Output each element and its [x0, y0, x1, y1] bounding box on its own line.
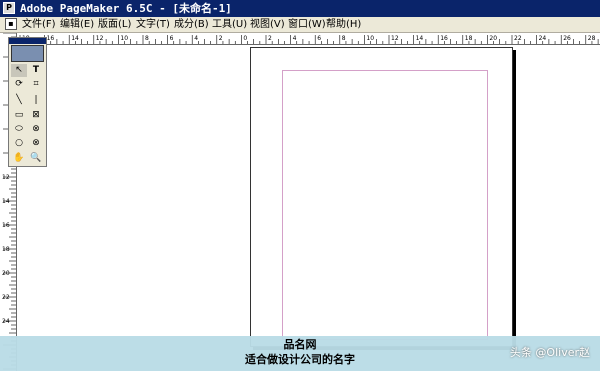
menu-utilities[interactable]: 工具(U)	[212, 18, 247, 31]
toolbox-palette[interactable]: ↖ T ⟳ ⌗ ╲ | ▭ ⊠ ⬭ ⊗ ○ ⊗ ✋ 🔍	[8, 37, 47, 167]
ruler-label: 24	[539, 35, 547, 42]
ruler-label: 12	[96, 35, 104, 42]
text-tool-icon[interactable]: T	[28, 64, 44, 77]
crop-tool-icon[interactable]: ⌗	[28, 78, 44, 91]
margin-guides	[282, 70, 488, 340]
constrained-line-tool-icon[interactable]: |	[28, 94, 44, 107]
rectangle-frame-tool-icon[interactable]: ⊠	[28, 109, 44, 122]
menu-view[interactable]: 视图(V)	[250, 18, 285, 31]
toolbox-preview-thumbnail	[11, 45, 44, 62]
rectangle-tool-icon[interactable]: ▭	[11, 109, 27, 122]
menu-element[interactable]: 成分(B)	[174, 18, 209, 31]
ruler-label: 8	[145, 35, 149, 42]
horizontal-ruler[interactable]: 1816141210864202468101214161820222426283…	[17, 33, 600, 45]
menu-window[interactable]: 窗口(W)	[288, 18, 326, 31]
ruler-label: 8	[342, 35, 346, 42]
ruler-label: 22	[514, 35, 522, 42]
ruler-label: 26	[563, 35, 571, 42]
ruler-label: 14	[416, 35, 424, 42]
hand-tool-icon[interactable]: ✋	[11, 152, 27, 165]
zoom-tool-icon[interactable]: 🔍	[28, 152, 44, 165]
watermark-text: 头条 @Oliver赵	[509, 346, 590, 359]
ruler-label: 6	[317, 35, 321, 42]
pointer-tool-icon[interactable]: ↖	[11, 64, 27, 77]
ruler-label: 2	[268, 35, 272, 42]
menu-edit[interactable]: 编辑(E)	[60, 18, 94, 31]
ruler-label: 20	[489, 35, 497, 42]
menu-layout[interactable]: 版面(L)	[98, 18, 131, 31]
menu-bar: ▪ 文件(F) 编辑(E) 版面(L) 文字(T) 成分(B) 工具(U) 视图…	[0, 17, 600, 33]
menu-file[interactable]: 文件(F)	[22, 18, 56, 31]
ruler-label: 14	[2, 198, 10, 205]
ruler-label: 10	[120, 35, 128, 42]
ruler-label: 18	[465, 35, 473, 42]
ruler-label: 16	[440, 35, 448, 42]
menu-help[interactable]: 帮助(H)	[326, 18, 361, 31]
ruler-label: 16	[47, 35, 55, 42]
ellipse-tool-icon[interactable]: ⬭	[11, 123, 27, 136]
ruler-label: 20	[2, 270, 10, 277]
polygon-tool-icon[interactable]: ○	[11, 137, 27, 150]
document-control-icon[interactable]: ▪	[5, 18, 17, 30]
ruler-label: 24	[2, 318, 10, 325]
ruler-label: 12	[391, 35, 399, 42]
toolbox-title-bar[interactable]	[9, 38, 46, 44]
pagemaker-app-icon[interactable]: P	[3, 2, 15, 14]
ruler-label: 22	[2, 294, 10, 301]
ruler-label: 4	[194, 35, 198, 42]
ruler-label: 2	[219, 35, 223, 42]
rotate-tool-icon[interactable]: ⟳	[11, 78, 27, 91]
ruler-label: 10	[366, 35, 374, 42]
ruler-label: 4	[293, 35, 297, 42]
menu-type[interactable]: 文字(T)	[136, 18, 170, 31]
ellipse-frame-tool-icon[interactable]: ⊗	[28, 123, 44, 136]
polygon-frame-tool-icon[interactable]: ⊗	[28, 137, 44, 150]
horizontal-ruler-ticks: 1816141210864202468101214161820222426283…	[19, 35, 599, 44]
ruler-label: 12	[2, 174, 10, 181]
ruler-label: 28	[588, 35, 596, 42]
ruler-label: 0	[243, 35, 247, 42]
ruler-label: 18	[2, 246, 10, 253]
title-bar: P Adobe PageMaker 6.5C - [未命名-1]	[0, 0, 600, 17]
line-tool-icon[interactable]: ╲	[11, 94, 27, 107]
window-title: Adobe PageMaker 6.5C - [未命名-1]	[20, 2, 232, 15]
ruler-label: 14	[71, 35, 79, 42]
ruler-label: 6	[170, 35, 174, 42]
ruler-label: 16	[2, 222, 10, 229]
